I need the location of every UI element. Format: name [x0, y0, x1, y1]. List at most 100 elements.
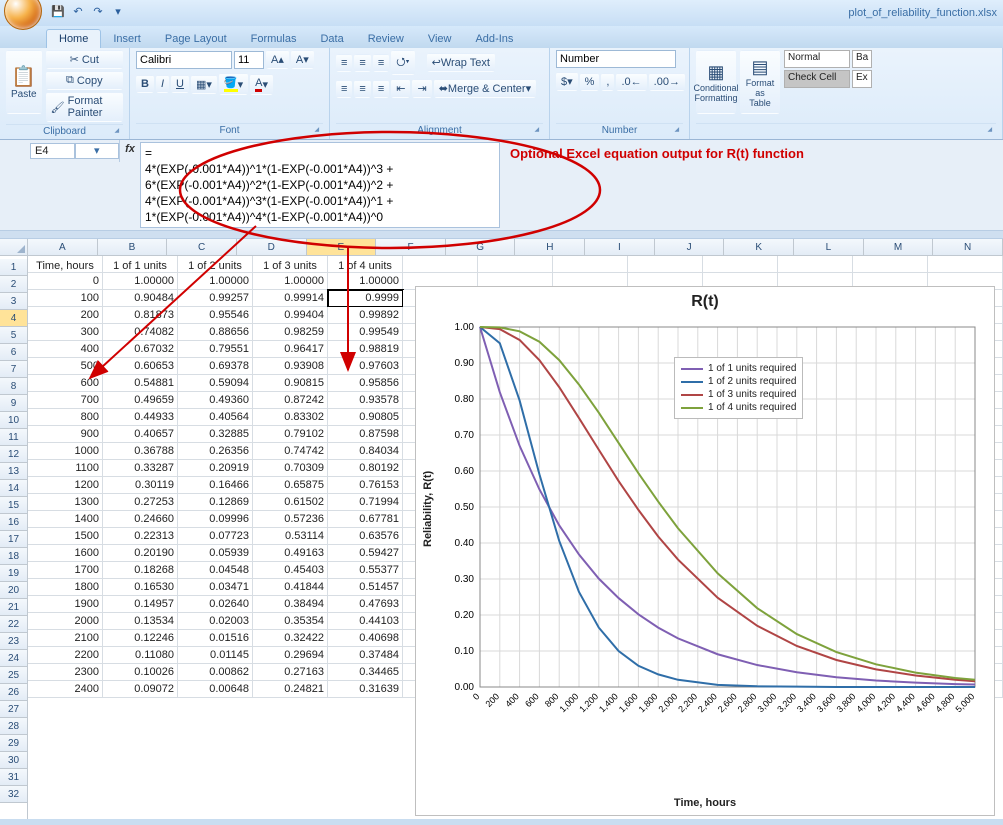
font-name-input[interactable]	[136, 51, 232, 69]
cell[interactable]: 2000	[28, 613, 103, 630]
row-header-23[interactable]: 23	[0, 633, 27, 650]
cell[interactable]: 0.99892	[328, 307, 403, 324]
cell[interactable]: 0.14957	[103, 596, 178, 613]
cell[interactable]: 500	[28, 358, 103, 375]
cell[interactable]: 0.05939	[178, 545, 253, 562]
cell[interactable]: 0.12869	[178, 494, 253, 511]
cell[interactable]: 0.24660	[103, 511, 178, 528]
col-header-C[interactable]: C	[167, 239, 237, 256]
row-header-1[interactable]: 1	[0, 259, 27, 276]
cell[interactable]: 0.51457	[328, 579, 403, 596]
format-painter-button[interactable]: 🖌 Format Painter	[46, 92, 123, 122]
cell[interactable]: 0.26356	[178, 443, 253, 460]
cell[interactable]: 1600	[28, 545, 103, 562]
row-header-28[interactable]: 28	[0, 718, 27, 735]
cell[interactable]: 0.95856	[328, 375, 403, 392]
cell[interactable]: 0.01516	[178, 630, 253, 647]
cell[interactable]: 0.32422	[253, 630, 328, 647]
cell[interactable]: 0.34465	[328, 664, 403, 681]
col-header-L[interactable]: L	[794, 239, 864, 256]
name-box[interactable]: E4	[30, 143, 75, 159]
row-header-25[interactable]: 25	[0, 667, 27, 684]
format-as-table-button[interactable]: ▤ Format as Table	[740, 50, 780, 114]
increase-decimal-button[interactable]: .0←	[616, 73, 646, 91]
cell-header[interactable]: 1 of 1 units required	[103, 256, 178, 273]
cell[interactable]: 0.24821	[253, 681, 328, 698]
cell[interactable]: 0	[28, 273, 103, 290]
row-header-30[interactable]: 30	[0, 752, 27, 769]
cell[interactable]: 0.10026	[103, 664, 178, 681]
cell[interactable]: 0.11080	[103, 647, 178, 664]
col-header-N[interactable]: N	[933, 239, 1003, 256]
cell-header[interactable]: 1 of 4 units required	[328, 256, 403, 273]
cell[interactable]: 0.57236	[253, 511, 328, 528]
cell[interactable]: 800	[28, 409, 103, 426]
cell[interactable]	[403, 256, 478, 273]
cell[interactable]: 0.74082	[103, 324, 178, 341]
align-center-button[interactable]: ≡	[354, 80, 370, 98]
style-normal[interactable]: Normal	[784, 50, 850, 68]
cell[interactable]: 1700	[28, 562, 103, 579]
cell[interactable]: 0.02640	[178, 596, 253, 613]
cell[interactable]: 0.20190	[103, 545, 178, 562]
cell[interactable]: 0.18268	[103, 562, 178, 579]
cell[interactable]: 0.27163	[253, 664, 328, 681]
row-header-17[interactable]: 17	[0, 531, 27, 548]
cell[interactable]	[628, 256, 703, 273]
cell[interactable]: 0.30119	[103, 477, 178, 494]
align-left-button[interactable]: ≡	[336, 80, 352, 98]
cell[interactable]: 0.37484	[328, 647, 403, 664]
cell[interactable]: 0.40657	[103, 426, 178, 443]
cell[interactable]: 1800	[28, 579, 103, 596]
cell[interactable]: 0.33287	[103, 460, 178, 477]
cell[interactable]: 1200	[28, 477, 103, 494]
cell[interactable]: 1.00000	[103, 273, 178, 290]
cell[interactable]: 0.99257	[178, 290, 253, 307]
cell[interactable]: 0.07723	[178, 528, 253, 545]
tab-page-layout[interactable]: Page Layout	[153, 30, 239, 48]
cell[interactable]: 0.76153	[328, 477, 403, 494]
cell[interactable]: 900	[28, 426, 103, 443]
cell[interactable]: 0.16466	[178, 477, 253, 494]
cell[interactable]: 0.98819	[328, 341, 403, 358]
align-right-button[interactable]: ≡	[373, 80, 389, 98]
align-top-button[interactable]: ≡	[336, 54, 352, 72]
cell[interactable]: 0.12246	[103, 630, 178, 647]
col-header-M[interactable]: M	[864, 239, 934, 256]
row-header-9[interactable]: 9	[0, 395, 27, 412]
cell[interactable]: 0.84034	[328, 443, 403, 460]
cell[interactable]: 0.31639	[328, 681, 403, 698]
tab-view[interactable]: View	[416, 30, 464, 48]
row-header-20[interactable]: 20	[0, 582, 27, 599]
chart[interactable]: R(t) 0.000.100.200.300.400.500.600.700.8…	[415, 286, 995, 816]
cell[interactable]: 0.00862	[178, 664, 253, 681]
cell[interactable]	[553, 256, 628, 273]
cell[interactable]: 0.93578	[328, 392, 403, 409]
cell[interactable]: 0.80192	[328, 460, 403, 477]
cell[interactable]: 100	[28, 290, 103, 307]
cell[interactable]	[853, 256, 928, 273]
cell[interactable]: 0.01145	[178, 647, 253, 664]
cell[interactable]: 0.44933	[103, 409, 178, 426]
row-header-13[interactable]: 13	[0, 463, 27, 480]
wrap-text-button[interactable]: ↩ Wrap Text	[427, 53, 495, 72]
row-header-2[interactable]: 2	[0, 276, 27, 293]
cell[interactable]: 200	[28, 307, 103, 324]
style-explanatory[interactable]: Ex	[852, 70, 872, 88]
fill-color-button[interactable]: 🪣▾	[219, 73, 248, 95]
row-header-18[interactable]: 18	[0, 548, 27, 565]
col-header-F[interactable]: F	[376, 239, 446, 256]
cell[interactable]: 0.67781	[328, 511, 403, 528]
cell[interactable]: 1.00000	[253, 273, 328, 290]
copy-button[interactable]: ⧉ Copy	[46, 71, 123, 90]
accounting-button[interactable]: $▾	[556, 72, 578, 91]
cell[interactable]: 0.70309	[253, 460, 328, 477]
cell[interactable]: 0.49659	[103, 392, 178, 409]
qat-undo-icon[interactable]: ↶	[70, 5, 86, 21]
cell[interactable]: 0.47693	[328, 596, 403, 613]
cell[interactable]: 0.45403	[253, 562, 328, 579]
cell[interactable]: 1300	[28, 494, 103, 511]
cell[interactable]: 0.29694	[253, 647, 328, 664]
cell[interactable]: 0.55377	[328, 562, 403, 579]
cell[interactable]: 0.59427	[328, 545, 403, 562]
